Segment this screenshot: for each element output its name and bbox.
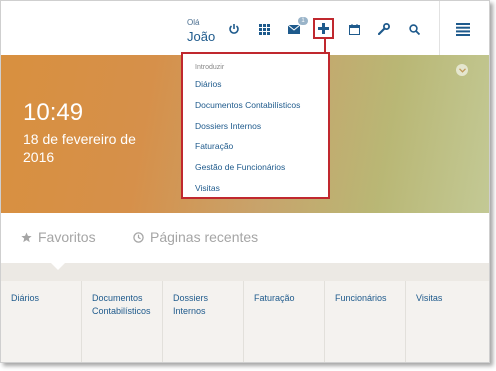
wrench-icon[interactable] [376, 21, 392, 37]
active-tab-notch [50, 262, 66, 270]
menu-icon[interactable] [454, 20, 472, 38]
menu-item-documentos[interactable]: Documentos Contabilísticos [195, 100, 300, 110]
tab-favorites[interactable]: Favoritos [21, 229, 96, 245]
shortcut-diarios[interactable]: Diários [1, 281, 82, 362]
shortcut-documentos[interactable]: Documentos Contabilísticos [82, 281, 163, 362]
shortcut-grid: Diários Documentos Contabilísticos Dossi… [1, 281, 489, 362]
shortcut-faturacao[interactable]: Faturação [244, 281, 325, 362]
add-new-button[interactable] [313, 18, 334, 39]
highlight-connector [324, 39, 326, 53]
toolbar-divider [439, 1, 440, 55]
mail-count-badge: 1 [298, 17, 308, 25]
add-new-dropdown: Introduzir Diários Documentos Contabilís… [181, 52, 330, 199]
top-bar: Olá João 1 [1, 1, 489, 55]
plus-icon [318, 23, 329, 34]
search-icon[interactable] [406, 21, 422, 37]
menu-item-visitas[interactable]: Visitas [195, 183, 220, 193]
app-window: Olá João 1 10:49 18 de fevereiro de 2016… [0, 0, 490, 363]
menu-item-faturacao[interactable]: Faturação [195, 141, 233, 151]
menu-item-diarios[interactable]: Diários [195, 79, 221, 89]
dropdown-header: Introduzir [195, 64, 225, 71]
shortcut-funcionarios[interactable]: Funcionários [325, 281, 406, 362]
clock-icon [133, 231, 144, 243]
power-icon[interactable] [226, 21, 242, 37]
user-name[interactable]: João [187, 29, 215, 44]
chevron-down-icon[interactable] [456, 64, 468, 76]
tab-recent-pages[interactable]: Páginas recentes [133, 229, 258, 245]
calendar-icon[interactable] [346, 21, 362, 37]
clock-date: 18 de fevereiro de 2016 [23, 131, 136, 165]
clock-time: 10:49 [23, 99, 84, 126]
tab-recent-label: Páginas recentes [150, 229, 259, 245]
tab-indicator-strip [1, 263, 489, 281]
greeting-label: Olá [187, 18, 200, 27]
shortcut-dossiers[interactable]: Dossiers Internos [163, 281, 244, 362]
menu-item-dossiers[interactable]: Dossiers Internos [195, 121, 261, 131]
menu-item-gestao-funcionarios[interactable]: Gestão de Funcionários [195, 162, 285, 172]
tab-favorites-label: Favoritos [38, 229, 96, 245]
star-icon [21, 231, 32, 242]
shortcut-visitas[interactable]: Visitas [406, 281, 487, 362]
apps-grid-icon[interactable] [256, 21, 272, 37]
